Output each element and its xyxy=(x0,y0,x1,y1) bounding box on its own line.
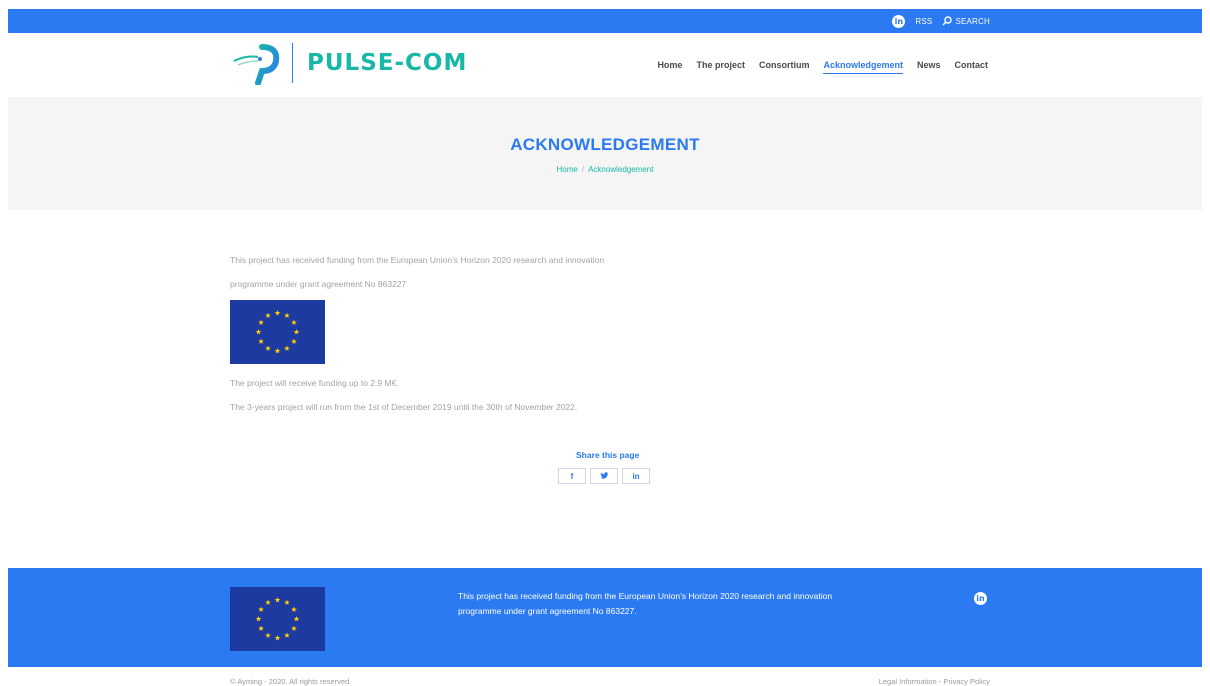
nav-item-contact[interactable]: Contact xyxy=(955,60,989,74)
nav-item-consortium[interactable]: Consortium xyxy=(759,60,810,74)
nav-item-acknowledgement[interactable]: Acknowledgement xyxy=(823,60,903,74)
twitter-icon xyxy=(600,472,608,479)
funding-paragraph-line-2: programme under grant agreement No 86322… xyxy=(230,279,407,289)
nav-item-home[interactable]: Home xyxy=(657,60,682,74)
bottom-bar: © Ayming - 2020. All rights reserved. Le… xyxy=(8,667,1202,686)
footer-eu-flag-image xyxy=(230,587,325,651)
breadcrumb: Home / Acknowledgement xyxy=(8,165,1202,174)
page-frame: in RSS SEARCH PULSE-COM Home The project… xyxy=(8,9,1202,686)
page-title: ACKNOWLEDGEMENT xyxy=(510,135,700,154)
top-bar-links: in RSS SEARCH xyxy=(892,9,990,33)
nav-item-news[interactable]: News xyxy=(917,60,941,74)
share-twitter-button[interactable] xyxy=(590,468,618,484)
project-duration-text: The 3-years project will run from the 1s… xyxy=(230,402,578,412)
footer-linkedin-icon[interactable]: in xyxy=(974,592,987,605)
share-buttons: f in xyxy=(558,468,650,484)
share-facebook-button[interactable]: f xyxy=(558,468,586,484)
search-label: SEARCH xyxy=(955,16,990,26)
breadcrumb-current: Acknowledgement xyxy=(588,165,654,174)
share-linkedin-button[interactable]: in xyxy=(622,468,650,484)
legal-links: Legal Information - Privacy Policy xyxy=(879,677,990,686)
linkedin-icon[interactable]: in xyxy=(892,14,906,28)
search-icon xyxy=(942,16,953,26)
facebook-icon: f xyxy=(570,471,574,481)
linkedin-icon: in xyxy=(632,471,640,481)
site-header: PULSE-COM Home The project Consortium Ac… xyxy=(8,33,1202,97)
copyright-text: © Ayming - 2020. All rights reserved. xyxy=(230,677,352,686)
share-title: Share this page xyxy=(576,450,640,460)
legal-information-link[interactable]: Legal Information xyxy=(879,677,937,686)
pulse-com-logo-icon xyxy=(233,44,280,85)
breadcrumb-home[interactable]: Home xyxy=(557,165,578,174)
logo-divider xyxy=(292,43,293,83)
site-footer: This project has received funding from t… xyxy=(8,568,1202,667)
logo-text: PULSE-COM xyxy=(307,50,468,76)
breadcrumb-separator: / xyxy=(581,165,585,174)
privacy-policy-link[interactable]: Privacy Policy xyxy=(943,677,990,686)
main-nav: Home The project Consortium Acknowledgem… xyxy=(657,60,988,74)
eu-flag-image xyxy=(230,300,325,364)
site-logo[interactable]: PULSE-COM xyxy=(232,41,467,85)
footer-funding-text: This project has received funding from t… xyxy=(458,591,833,616)
funding-paragraph-line-1: This project has received funding from t… xyxy=(230,255,605,265)
search-link[interactable]: SEARCH xyxy=(942,16,990,26)
rss-label: RSS xyxy=(915,16,933,26)
funding-amount-text: The project will receive funding up to 2… xyxy=(230,378,399,388)
rss-link[interactable]: RSS xyxy=(915,17,932,26)
page-title-band: ACKNOWLEDGEMENT Home / Acknowledgement xyxy=(8,97,1202,210)
nav-item-the-project[interactable]: The project xyxy=(696,60,745,74)
top-bar: in RSS SEARCH xyxy=(8,9,1202,33)
